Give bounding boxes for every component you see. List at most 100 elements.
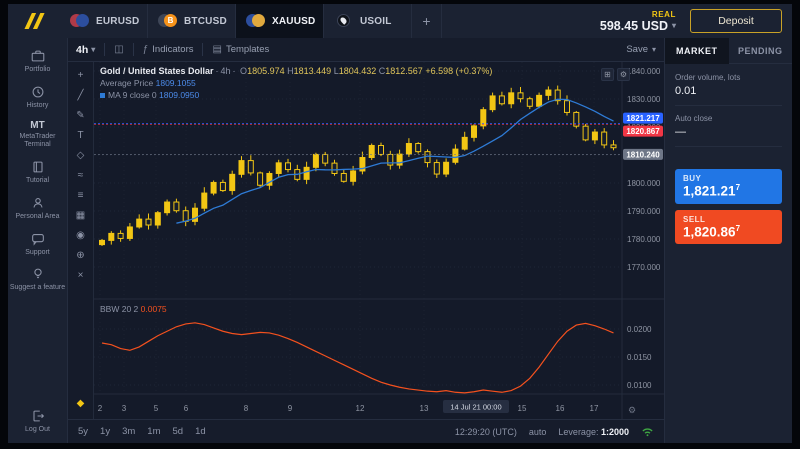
svg-text:1800.000: 1800.000: [627, 179, 661, 188]
sell-label: SELL: [683, 215, 774, 224]
toolbar-divider: [202, 43, 203, 56]
account-selector[interactable]: REAL 598.45 USD ▾: [600, 4, 690, 38]
bbw-line: [102, 323, 614, 393]
low-value: 1804.432: [339, 66, 377, 76]
xauusd-icon: [246, 14, 266, 28]
add-alert-tool-icon[interactable]: ⊕: [72, 247, 90, 263]
trendline-tool-icon[interactable]: ╱: [72, 87, 90, 103]
chart-svg[interactable]: 23568912131516171840.0001830.0001820.000…: [94, 62, 664, 419]
templates-icon: ▤: [212, 44, 221, 55]
svg-text:3: 3: [122, 404, 127, 413]
range-5d[interactable]: 5d: [173, 426, 184, 437]
svg-text:0.0150: 0.0150: [627, 353, 652, 362]
tab-btcusd[interactable]: B BTCUSD: [148, 4, 236, 38]
svg-text:14 Jul 21 00:00: 14 Jul 21 00:00: [450, 403, 501, 412]
change-value: +6.598 (+0.37%): [425, 66, 492, 76]
range-1y[interactable]: 1y: [100, 426, 110, 437]
svg-text:1830.000: 1830.000: [627, 95, 661, 104]
chevron-down-icon: ▾: [91, 45, 95, 54]
timeframe-dropdown[interactable]: 4h ▾: [76, 44, 95, 56]
shapes-tool-icon[interactable]: ◇: [72, 147, 90, 163]
sidebar-item-history[interactable]: History: [10, 84, 66, 111]
mt-icon: MT: [30, 120, 44, 131]
volume-input[interactable]: 0.01: [675, 85, 782, 106]
chart-settings-button[interactable]: ⚙: [617, 68, 630, 81]
time-axis-settings-icon: ⚙: [628, 405, 636, 415]
tab-eurusd[interactable]: EURUSD: [60, 4, 148, 38]
svg-text:0.0100: 0.0100: [627, 381, 652, 390]
sidebar-item-suggest-feature[interactable]: Suggest a feature: [10, 266, 66, 293]
clock-history-icon: [30, 84, 46, 100]
tab-xauusd-active[interactable]: XAUUSD: [236, 4, 324, 38]
chart-area: 23568912131516171840.0001830.0001820.000…: [94, 62, 664, 419]
tab-label: BTCUSD: [184, 16, 227, 27]
crosshair-tool-icon[interactable]: +: [72, 67, 90, 83]
tab-pending[interactable]: PENDING: [729, 38, 793, 64]
avg-price-value: 1809.1055: [156, 78, 196, 88]
bbw-legend: BBW 20 2 0.0075: [100, 304, 167, 314]
chart-snapshot-button[interactable]: ⊞: [601, 68, 614, 81]
sell-price: 1,820.86: [683, 224, 736, 239]
price-scale-auto-toggle[interactable]: auto: [529, 427, 547, 437]
range-3m[interactable]: 3m: [122, 426, 135, 437]
svg-text:16: 16: [556, 404, 565, 413]
range-1d[interactable]: 1d: [195, 426, 206, 437]
logout-icon: [30, 408, 46, 424]
auto-close-input[interactable]: —: [675, 126, 782, 147]
wave-tool-icon[interactable]: ≈: [72, 167, 90, 183]
sidebar-item-tutorial[interactable]: Tutorial: [10, 159, 66, 186]
svg-text:1820.867: 1820.867: [626, 127, 660, 136]
account-type-badge: REAL: [652, 10, 676, 19]
sidebar: Portfolio History MT MetaTrader Terminal: [8, 38, 68, 443]
range-1m[interactable]: 1m: [147, 426, 160, 437]
save-dropdown[interactable]: Save ▾: [626, 44, 656, 55]
indicators-button[interactable]: ƒ Indicators: [143, 44, 194, 55]
sidebar-item-support[interactable]: Support: [10, 231, 66, 258]
ma-value: 1809.0950: [159, 90, 199, 100]
oil-drop-icon: [339, 16, 347, 24]
templates-button[interactable]: ▤ Templates: [212, 44, 269, 55]
exness-logo[interactable]: [8, 4, 60, 38]
svg-text:2: 2: [98, 404, 103, 413]
buy-button[interactable]: BUY 1,821.217: [675, 169, 782, 204]
tab-market[interactable]: MARKET: [665, 38, 729, 64]
fibonacci-tool-icon[interactable]: ≡: [72, 187, 90, 203]
svg-text:8: 8: [244, 404, 249, 413]
ellipse-tool-icon[interactable]: ◉: [72, 227, 90, 243]
svg-text:1790.000: 1790.000: [627, 207, 661, 216]
svg-text:13: 13: [420, 404, 429, 413]
chat-icon: [30, 231, 46, 247]
close-value: 1812.567: [385, 66, 423, 76]
logout-button[interactable]: Log Out: [10, 408, 66, 435]
sidebar-item-metatrader[interactable]: MT MetaTrader Terminal: [10, 120, 66, 151]
volume-label: Order volume, lots: [675, 73, 782, 82]
tab-usoil[interactable]: USOIL: [324, 4, 412, 38]
high-value: 1813.449: [294, 66, 332, 76]
text-tool-icon[interactable]: T: [72, 127, 90, 143]
app-window: EURUSD B BTCUSD XAUUSD: [0, 0, 800, 449]
brush-tool-icon[interactable]: ✎: [72, 107, 90, 123]
buy-price: 1,821.21: [683, 184, 736, 199]
sell-button[interactable]: SELL 1,820.867: [675, 210, 782, 245]
trading-terminal: EURUSD B BTCUSD XAUUSD: [8, 4, 792, 443]
sidebar-item-personal-area[interactable]: Personal Area: [10, 195, 66, 222]
grid-tool-icon[interactable]: ▦: [72, 207, 90, 223]
order-panel: MARKET PENDING Order volume, lots 0.01 A…: [664, 38, 792, 443]
auto-close-label: Auto close: [675, 114, 782, 123]
chart-type-button[interactable]: ◫: [114, 44, 123, 55]
clock-utc: 12:29:20 (UTC): [455, 427, 517, 437]
svg-text:6: 6: [184, 404, 189, 413]
bbw-value: 0.0075: [141, 304, 167, 314]
sidebar-item-portfolio[interactable]: Portfolio: [10, 48, 66, 75]
account-balance: 598.45 USD: [600, 19, 668, 33]
deposit-button[interactable]: Deposit: [690, 9, 782, 33]
add-instrument-button[interactable]: +: [412, 4, 442, 38]
svg-text:15: 15: [518, 404, 527, 413]
svg-text:5: 5: [154, 404, 159, 413]
range-5y[interactable]: 5y: [78, 426, 88, 437]
eurusd-flag-icon: [70, 14, 90, 28]
remove-drawings-tool-icon[interactable]: ×: [72, 267, 90, 283]
svg-text:1770.000: 1770.000: [627, 263, 661, 272]
connection-wifi-icon: [641, 426, 654, 437]
candlestick-icon: ◫: [114, 44, 123, 55]
